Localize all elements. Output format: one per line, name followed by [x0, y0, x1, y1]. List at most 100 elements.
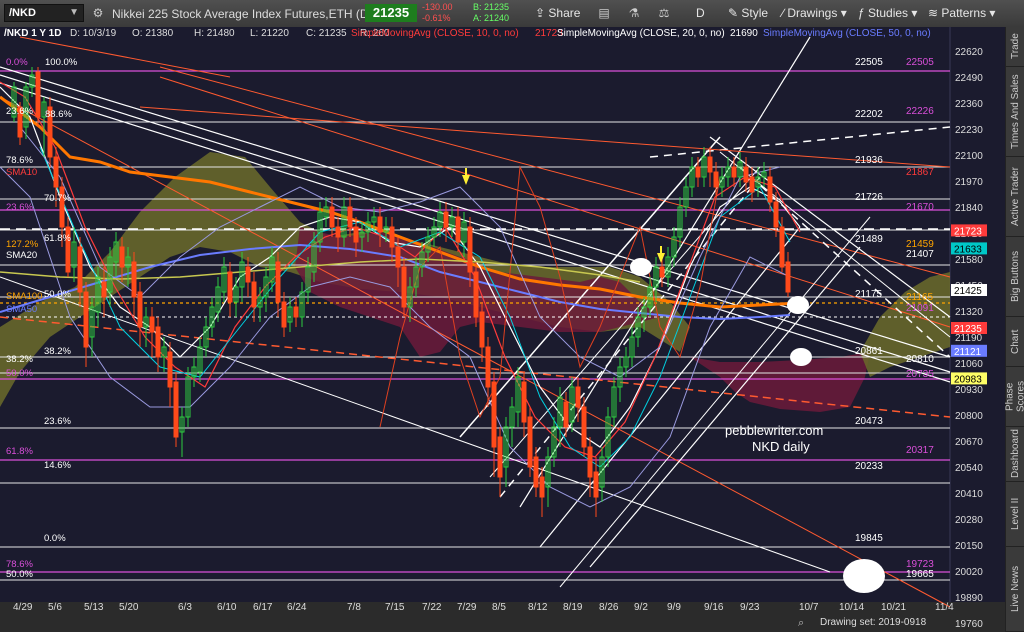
target-price-label: 20735: [906, 369, 934, 380]
fib-left-label: 50.0%: [6, 368, 33, 379]
candle-body: [395, 246, 401, 268]
date-tick: 5/6: [48, 602, 62, 613]
watermark-site: pebblewriter.com: [725, 423, 823, 438]
share-button[interactable]: ⇪ Share: [535, 6, 580, 20]
gear-icon[interactable]: ⚙: [90, 5, 106, 21]
fib-left-label: SMA10: [6, 167, 37, 178]
side-tab-times-and-sales[interactable]: Times And Sales: [1006, 67, 1024, 157]
bar-low: L: 21220: [250, 28, 289, 39]
candle-body: [707, 156, 713, 173]
fib-left-label: 78.6%: [6, 155, 33, 166]
candle-body: [35, 71, 41, 118]
candle-body: [443, 211, 449, 228]
symbol-input[interactable]: /NKD ▼: [4, 4, 84, 22]
date-tick: 7/22: [422, 602, 442, 613]
candle-body: [743, 166, 749, 183]
price-tick: 20670: [955, 437, 983, 448]
sma20-label[interactable]: SimpleMovingAvg (CLOSE, 20, 0, no): [557, 28, 725, 39]
candle-body: [713, 171, 719, 188]
candle-body: [455, 216, 461, 243]
side-tab-active-trader[interactable]: Active Trader: [1006, 157, 1024, 237]
candle-body: [563, 401, 569, 428]
timeframe-button[interactable]: D: [696, 6, 705, 20]
candle-body: [347, 206, 353, 228]
candle-body: [53, 156, 59, 188]
side-tab-chart[interactable]: Chart: [1006, 317, 1024, 367]
target-price-label: 21165: [906, 292, 934, 303]
white-marker: [630, 258, 652, 276]
price-change: -130.00 -0.61%: [422, 2, 453, 24]
drawings-button[interactable]: ∕ Drawings ▾: [782, 6, 847, 20]
level-price-label: 20861: [855, 346, 883, 357]
patterns-button[interactable]: ≋ Patterns ▾: [928, 6, 995, 20]
flask-icon[interactable]: ⚗: [626, 5, 642, 21]
target-price-label: 22226: [906, 106, 934, 117]
side-tab-dashboard[interactable]: Dashboard: [1006, 427, 1024, 482]
fib-level-label: 88.6%: [45, 109, 72, 120]
date-tick: 8/5: [492, 602, 506, 613]
price-tag-label: 20983: [954, 374, 982, 385]
compare-icon[interactable]: ⚖: [656, 5, 672, 21]
date-tick: 5/13: [84, 602, 104, 613]
date-tick: 10/14: [839, 602, 864, 613]
candle-body: [83, 291, 89, 348]
candle-body: [767, 176, 773, 203]
price-tag-label: 21425: [954, 286, 982, 297]
price-tick: 19890: [955, 593, 983, 604]
studies-label: Studies: [868, 6, 909, 20]
style-button[interactable]: ✎ Style: [728, 6, 768, 20]
price-tick: 20800: [955, 411, 983, 422]
share-label: Share: [548, 6, 581, 20]
candle-body: [335, 226, 341, 238]
side-tab-trade[interactable]: Trade: [1006, 27, 1024, 67]
candle-body: [137, 291, 143, 328]
price-tag-label: 21235: [954, 324, 982, 335]
price-tick: 21970: [955, 177, 983, 188]
change-value: -130.00: [422, 2, 453, 12]
side-tab-level-ii[interactable]: Level II: [1006, 482, 1024, 547]
candle-body: [293, 306, 299, 318]
level-price-label: 22202: [855, 109, 883, 120]
price-tick: 22230: [955, 125, 983, 136]
candle-body: [485, 346, 491, 388]
date-tick: 9/16: [704, 602, 724, 613]
level-price-label: 21936: [855, 155, 883, 166]
chart-period[interactable]: /NKD 1 Y 1D: [4, 28, 61, 39]
candle-body: [281, 301, 287, 328]
side-tab-big-buttons[interactable]: Big Buttons: [1006, 237, 1024, 317]
price-tick: 22490: [955, 73, 983, 84]
price-tick: 20150: [955, 541, 983, 552]
bar-close: C: 21235: [306, 28, 347, 39]
sma50-label[interactable]: SimpleMovingAvg (CLOSE, 50, 0, no): [763, 28, 931, 39]
sma10-label[interactable]: SimpleMovingAvg (CLOSE, 10, 0, no): [351, 28, 519, 39]
fib-left-label: SMA20: [6, 250, 37, 261]
candle-body: [101, 281, 107, 298]
date-tick: 9/2: [634, 602, 648, 613]
candle-body: [131, 261, 137, 298]
candle-body: [377, 216, 383, 233]
candle-body: [575, 386, 581, 408]
price-chart[interactable]: 0.0% 23.6% 78.6%SMA10 23.6% 127.2%SMA20 SMA10…: [0, 27, 1005, 632]
price-tick: 20540: [955, 463, 983, 474]
white-target-marker: [843, 559, 885, 593]
fib-left-label: 50.0%: [6, 569, 33, 580]
price-tick: 20020: [955, 567, 983, 578]
bar-open: O: 21380: [132, 28, 174, 39]
fib-level-label: 0.0%: [44, 533, 66, 544]
side-tab-live-news[interactable]: Live News: [1006, 547, 1024, 632]
date-tick: 11/4: [935, 602, 954, 613]
change-percent: -0.61%: [422, 13, 451, 23]
candle-body: [251, 281, 257, 308]
candle-body: [353, 226, 359, 243]
price-tick: 22620: [955, 47, 983, 58]
side-tab-phase-scores[interactable]: Phase Scores: [1005, 367, 1024, 427]
date-tick: 9/9: [667, 602, 681, 613]
date-tick: 10/21: [881, 602, 906, 613]
style-label: Style: [741, 6, 769, 20]
chevron-down-icon[interactable]: ▼: [69, 7, 79, 18]
price-tick: 21320: [955, 307, 983, 318]
target-price-label: 20317: [906, 445, 934, 456]
price-tick: 22360: [955, 99, 983, 110]
print-icon[interactable]: ▤: [596, 5, 612, 21]
studies-button[interactable]: ƒ Studies ▾: [858, 6, 917, 20]
